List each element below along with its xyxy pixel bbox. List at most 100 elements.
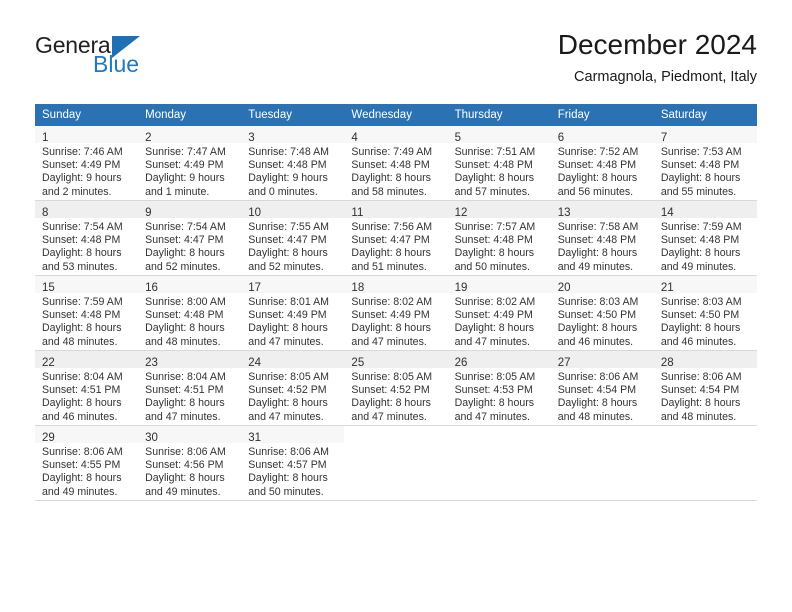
calendar-day-cell[interactable]: 28 Sunrise: 8:06 AM Sunset: 4:54 PM Dayligh… [653,350,757,426]
calendar-day-cell[interactable]: 17 Sunrise: 8:01 AM Sunset: 4:49 PM Dayligh… [241,275,345,351]
day-details: Sunrise: 8:02 AM Sunset: 4:49 PM Daylight:… [448,293,551,349]
calendar-day-cell[interactable]: 23 Sunrise: 8:04 AM Sunset: 4:51 PM Dayligh… [138,350,242,426]
daylight-duration-line-1: Daylight: 8 hours [248,397,328,410]
calendar-header-row: Sunday Monday Tuesday Wednesday Thursday… [35,104,757,126]
sunset-time: Sunset: 4:48 PM [454,159,533,172]
day-details: Sunrise: 7:51 AM Sunset: 4:48 PM Daylight:… [448,143,551,199]
sunrise-time: Sunrise: 8:06 AM [557,371,639,383]
sunrise-time: Sunrise: 7:54 AM [42,221,123,233]
day-details: Sunrise: 7:58 AM Sunset: 4:48 PM Daylight:… [551,218,654,274]
day-number: 15 [42,282,55,294]
sunset-time: Sunset: 4:51 PM [145,384,224,397]
sunrise-time: Sunrise: 8:05 AM [248,371,329,383]
calendar-day-cell[interactable]: 31 Sunrise: 8:06 AM Sunset: 4:57 PM Dayligh… [241,425,345,501]
daylight-duration-line-1: Daylight: 8 hours [145,472,225,485]
day-number-band [448,426,551,443]
calendar-day-cell[interactable]: 15 Sunrise: 7:59 AM Sunset: 4:48 PM Dayligh… [35,275,139,351]
calendar-day-cell[interactable]: 26 Sunrise: 8:05 AM Sunset: 4:53 PM Dayligh… [447,350,551,426]
sunrise-time: Sunrise: 7:51 AM [454,146,536,158]
calendar-day-cell[interactable]: 27 Sunrise: 8:06 AM Sunset: 4:54 PM Dayligh… [550,350,654,426]
daylight-duration-line-1: Daylight: 8 hours [42,322,122,335]
day-number-band: 4 [344,126,448,144]
calendar-day-cell[interactable]: 4 Sunrise: 7:49 AM Sunset: 4:48 PM Daylight… [344,125,448,201]
day-number: 6 [557,132,565,144]
calendar-body: 1 Sunrise: 7:46 AM Sunset: 4:49 PM Daylight… [35,125,757,501]
daylight-duration-line-1: Daylight: 8 hours [351,172,431,185]
calendar-day-cell[interactable]: 21 Sunrise: 8:03 AM Sunset: 4:50 PM Dayligh… [653,275,757,351]
calendar-week-row: 22 Sunrise: 8:04 AM Sunset: 4:51 PM Dayligh… [35,350,757,426]
sunset-time: Sunset: 4:48 PM [660,159,740,172]
sunset-time: Sunset: 4:48 PM [145,309,224,322]
daylight-duration-line-1: Daylight: 8 hours [145,247,225,260]
calendar-day-cell[interactable]: 1 Sunrise: 7:46 AM Sunset: 4:49 PM Daylight… [35,125,139,201]
daylight-duration-line-2: and 46 minutes. [557,335,634,348]
calendar-day-cell[interactable]: 10 Sunrise: 7:55 AM Sunset: 4:47 PM Dayligh… [241,200,345,276]
title-block: December 2024 Carmagnola, Piedmont, Ital… [558,28,757,88]
daylight-duration-line-2: and 51 minutes. [351,260,427,273]
day-details: Sunrise: 7:52 AM Sunset: 4:48 PM Daylight:… [551,143,654,199]
day-number: 2 [145,132,152,144]
daylight-duration-line-1: Daylight: 8 hours [145,322,225,335]
day-number: 14 [660,207,674,219]
calendar-day-cell[interactable]: 6 Sunrise: 7:52 AM Sunset: 4:48 PM Daylight… [550,125,654,201]
daylight-duration-line-1: Daylight: 8 hours [660,172,741,185]
sunrise-time: Sunrise: 8:04 AM [145,371,226,383]
sunset-time: Sunset: 4:48 PM [454,234,533,247]
calendar-day-cell[interactable]: 7 Sunrise: 7:53 AM Sunset: 4:48 PM Daylight… [653,125,757,201]
calendar-day-cell[interactable]: 9 Sunrise: 7:54 AM Sunset: 4:47 PM Daylight… [138,200,242,276]
day-number-band: 6 [550,126,654,144]
daylight-duration-line-1: Daylight: 9 hours [248,172,328,185]
day-details: Sunrise: 7:53 AM Sunset: 4:48 PM Daylight:… [654,143,757,199]
sunrise-time: Sunrise: 7:48 AM [248,146,329,158]
sunrise-time: Sunrise: 7:57 AM [454,221,536,233]
day-number: 26 [454,357,468,369]
calendar-day-cell[interactable]: 25 Sunrise: 8:05 AM Sunset: 4:52 PM Dayligh… [344,350,448,426]
sunset-time: Sunset: 4:49 PM [145,159,224,172]
calendar-day-cell[interactable]: 12 Sunrise: 7:57 AM Sunset: 4:48 PM Dayligh… [447,200,551,276]
page-header: General Blue December 2024 Carmagnola, P… [35,28,757,96]
day-number: 17 [248,282,262,294]
daylight-duration-line-1: Daylight: 8 hours [42,397,122,410]
calendar-day-cell-empty [344,425,448,501]
daylight-duration-line-2: and 49 minutes. [145,485,221,498]
calendar-day-cell[interactable]: 19 Sunrise: 8:02 AM Sunset: 4:49 PM Dayligh… [447,275,551,351]
calendar-day-cell[interactable]: 30 Sunrise: 8:06 AM Sunset: 4:56 PM Dayligh… [138,425,242,501]
sunrise-time: Sunrise: 7:53 AM [660,146,742,158]
daylight-duration-line-2: and 48 minutes. [660,410,737,423]
day-details [654,443,757,446]
calendar-day-cell[interactable]: 8 Sunrise: 7:54 AM Sunset: 4:48 PM Daylight… [35,200,139,276]
day-number: 16 [145,282,158,294]
calendar-day-cell[interactable]: 3 Sunrise: 7:48 AM Sunset: 4:48 PM Daylight… [241,125,345,201]
sunrise-time: Sunrise: 7:59 AM [660,221,742,233]
daylight-duration-line-1: Daylight: 8 hours [145,397,225,410]
calendar-day-cell[interactable]: 2 Sunrise: 7:47 AM Sunset: 4:49 PM Daylight… [138,125,242,201]
calendar-day-cell[interactable]: 11 Sunrise: 7:56 AM Sunset: 4:47 PM Dayligh… [344,200,448,276]
daylight-duration-line-2: and 53 minutes. [42,260,118,273]
daylight-duration-line-2: and 50 minutes. [248,485,324,498]
day-number: 7 [660,132,668,144]
calendar-day-cell[interactable]: 14 Sunrise: 7:59 AM Sunset: 4:48 PM Dayligh… [653,200,757,276]
day-details [551,443,654,446]
weekday-header-thursday: Thursday [447,104,551,126]
general-blue-logo[interactable]: General Blue [35,32,235,88]
daylight-duration-line-1: Daylight: 8 hours [42,472,122,485]
calendar-day-cell[interactable]: 18 Sunrise: 8:02 AM Sunset: 4:49 PM Dayligh… [344,275,448,351]
daylight-duration-line-1: Daylight: 8 hours [454,397,535,410]
weekday-header-friday: Friday [550,104,654,126]
daylight-duration-line-2: and 47 minutes. [351,335,427,348]
sunrise-time: Sunrise: 8:02 AM [351,296,433,308]
calendar-day-cell[interactable]: 16 Sunrise: 8:00 AM Sunset: 4:48 PM Dayligh… [138,275,242,351]
calendar-day-cell[interactable]: 5 Sunrise: 7:51 AM Sunset: 4:48 PM Daylight… [447,125,551,201]
calendar-day-cell[interactable]: 22 Sunrise: 8:04 AM Sunset: 4:51 PM Dayligh… [35,350,139,426]
calendar-day-cell[interactable]: 20 Sunrise: 8:03 AM Sunset: 4:50 PM Dayligh… [550,275,654,351]
day-number-band: 21 [653,276,757,294]
sunset-time: Sunset: 4:48 PM [660,234,740,247]
day-number: 11 [351,207,364,219]
day-number-band: 19 [447,276,551,294]
calendar-day-cell[interactable]: 13 Sunrise: 7:58 AM Sunset: 4:48 PM Dayligh… [550,200,654,276]
sunset-time: Sunset: 4:48 PM [42,309,121,322]
calendar-day-cell[interactable]: 29 Sunrise: 8:06 AM Sunset: 4:55 PM Dayligh… [35,425,139,501]
calendar-day-cell[interactable]: 24 Sunrise: 8:05 AM Sunset: 4:52 PM Dayligh… [241,350,345,426]
sunrise-time: Sunrise: 8:05 AM [351,371,433,383]
day-details: Sunrise: 7:49 AM Sunset: 4:48 PM Daylight:… [344,143,447,199]
